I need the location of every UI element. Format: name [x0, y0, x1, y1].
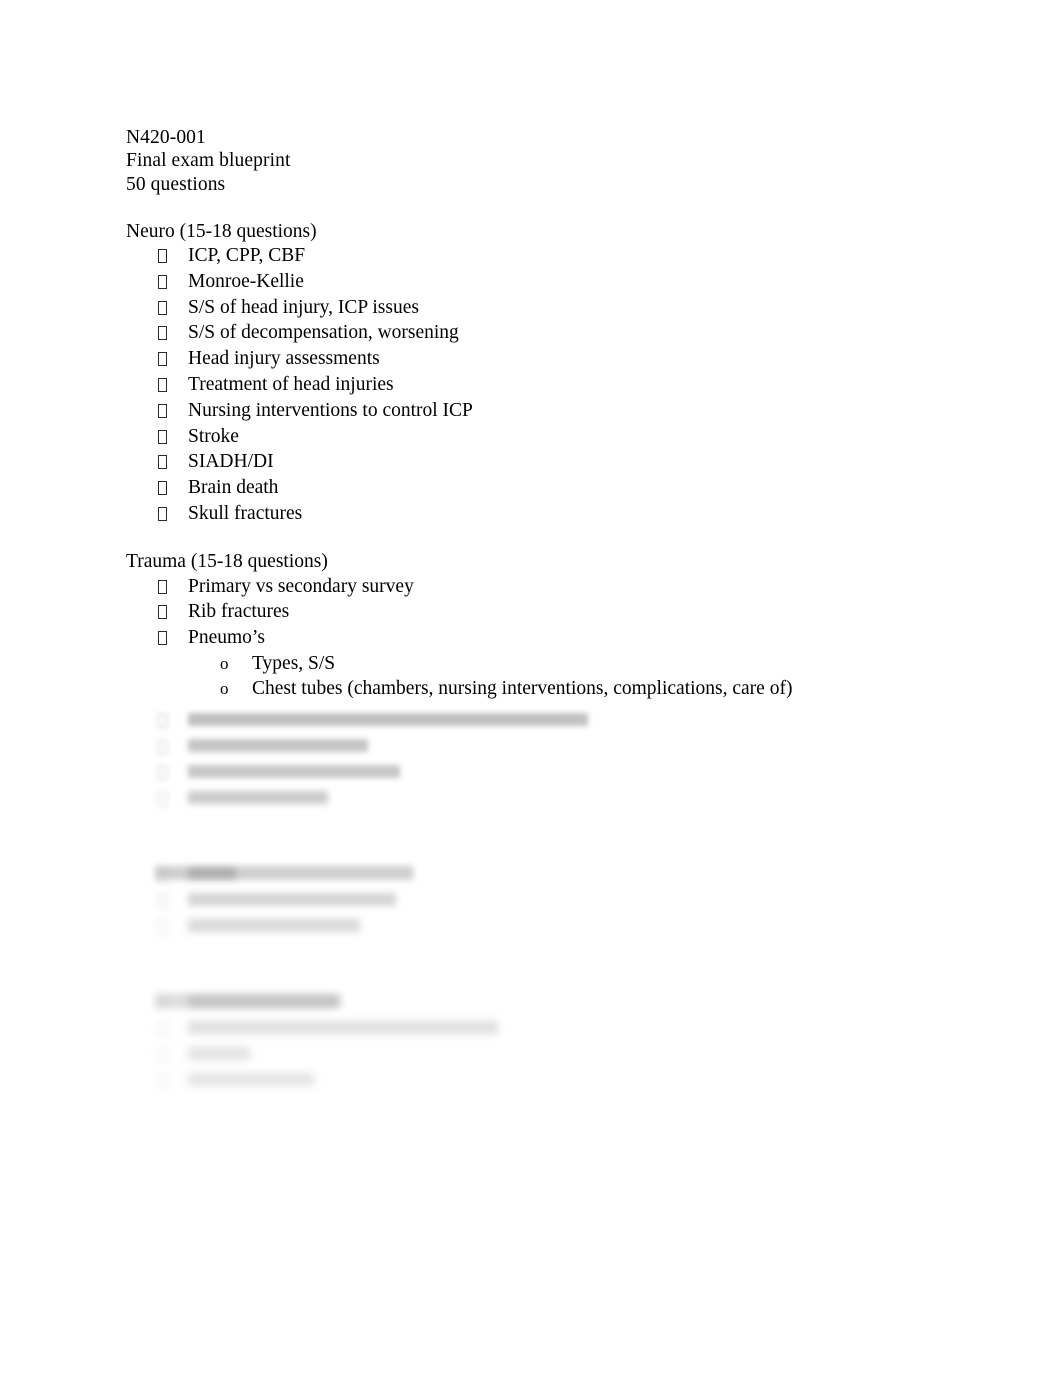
obscured-text	[188, 1073, 314, 1086]
section-heading-trauma: Trauma (15-18 questions)	[126, 551, 328, 573]
sub-bullet-glyph-icon: o	[220, 653, 229, 673]
obscured-text	[188, 919, 360, 932]
obscured-list-item	[126, 708, 1026, 734]
obscured-list-item	[126, 1042, 1026, 1068]
bullet-glyph-icon	[126, 734, 188, 760]
bullet-glyph-icon	[126, 399, 188, 425]
header-title: Final exam blueprint	[126, 150, 291, 172]
list-item-label: Head injury assessments	[188, 348, 380, 370]
list-item-label: ICP, CPP, CBF	[188, 245, 306, 267]
list-item-label: Pneumo’s	[188, 627, 265, 649]
bullet-glyph-icon	[126, 425, 188, 451]
obscured-list-item	[126, 862, 1026, 888]
obscured-text	[188, 713, 588, 726]
list-item: Primary vs secondary survey	[126, 574, 946, 600]
list-item-label: Rib fractures	[188, 601, 290, 623]
list-item: S/S of decompensation, worsening	[126, 320, 946, 346]
sub-list-item: o Types, S/S	[126, 651, 946, 676]
obscured-list-item	[126, 786, 1026, 812]
obscured-spacer	[126, 940, 1026, 964]
list-item-label: Treatment of head injuries	[188, 374, 394, 395]
bullet-glyph-icon	[126, 450, 188, 476]
bullet-glyph-icon	[126, 760, 188, 786]
obscured-list-item	[126, 1068, 1026, 1094]
bullet-glyph-icon	[126, 786, 188, 812]
obscured-text	[188, 893, 396, 906]
bullet-glyph-icon	[126, 990, 188, 1016]
obscured-text	[188, 1047, 250, 1060]
list-item: Nursing interventions to control ICP	[126, 398, 946, 424]
obscured-list-item	[126, 760, 1026, 786]
list-item-label: Brain death	[188, 477, 279, 499]
bullet-glyph-icon	[126, 914, 188, 940]
list-item-label: Skull fractures	[188, 502, 303, 524]
obscured-list-item	[126, 990, 1026, 1016]
list-item-label: S/S of head injury, ICP issues	[188, 296, 419, 318]
obscured-content-region	[126, 708, 1026, 1094]
bullet-glyph-icon	[126, 626, 188, 652]
obscured-text	[188, 995, 338, 1008]
bullet-glyph-icon	[126, 888, 188, 914]
header-spacer	[126, 196, 946, 219]
list-item: Rib fractures	[126, 599, 946, 625]
bullet-glyph-icon	[126, 502, 188, 528]
list-item: Pneumo’s	[126, 625, 946, 651]
bullet-glyph-icon	[126, 708, 188, 734]
sub-list-item: o Chest tubes (chambers, nursing interve…	[126, 676, 946, 701]
header-question-count: 50 questions	[126, 173, 226, 195]
document-header: N420-001 Final exam blueprint 50 questio…	[126, 126, 946, 196]
list-item: SIADH/DI	[126, 449, 946, 475]
list-item-label: SIADH/DI	[188, 451, 274, 473]
list-item-label: Monroe-Kellie	[188, 270, 304, 292]
bullet-glyph-icon	[126, 270, 188, 296]
bullet-glyph-icon	[126, 1042, 188, 1068]
list-item: Monroe-Kellie	[126, 269, 946, 295]
list-item: Brain death	[126, 475, 946, 501]
bullet-glyph-icon	[126, 476, 188, 502]
section-heading-neuro: Neuro (15-18 questions)	[126, 220, 317, 242]
list-item: Skull fractures	[126, 501, 946, 527]
bullet-glyph-icon	[126, 1068, 188, 1094]
document-body: N420-001 Final exam blueprint 50 questio…	[126, 126, 946, 701]
list-item: ICP, CPP, CBF	[126, 243, 946, 269]
obscured-list-item	[126, 1016, 1026, 1042]
list-item: S/S of head injury, ICP issues	[126, 295, 946, 321]
obscured-text	[188, 1021, 498, 1034]
obscured-section-heading	[126, 836, 1026, 880]
obscured-text	[188, 739, 368, 752]
bullet-glyph-icon	[126, 244, 188, 270]
obscured-list-item	[126, 734, 1026, 760]
sub-list-item-label: Types, S/S	[252, 652, 336, 674]
obscured-list-item	[126, 914, 1026, 940]
obscured-list-item	[126, 888, 1026, 914]
obscured-spacer	[126, 812, 1026, 836]
sub-bullet-glyph-icon: o	[220, 678, 229, 698]
bullet-glyph-icon	[126, 575, 188, 601]
header-course-code: N420-001	[126, 127, 206, 148]
bullet-glyph-icon	[126, 1016, 188, 1042]
sub-list-item-label: Chest tubes (chambers, nursing intervent…	[252, 677, 793, 699]
bullet-glyph-icon	[126, 600, 188, 626]
document-page: N420-001 Final exam blueprint 50 questio…	[0, 0, 1062, 1377]
obscured-text	[188, 765, 400, 778]
list-item: Treatment of head injuries	[126, 372, 946, 398]
obscured-text	[188, 791, 328, 804]
list-item-label: Primary vs secondary survey	[188, 575, 414, 597]
list-item: Head injury assessments	[126, 346, 946, 372]
list-item-label: Stroke	[188, 425, 239, 447]
bullet-glyph-icon	[126, 321, 188, 347]
section-trauma: Trauma (15-18 questions) Primary vs seco…	[126, 550, 946, 701]
bullet-glyph-icon	[126, 862, 188, 888]
obscured-text	[188, 867, 236, 880]
bullet-glyph-icon	[126, 373, 188, 399]
obscured-section-heading	[126, 964, 1026, 1008]
list-item-label: Nursing interventions to control ICP	[188, 399, 473, 421]
section-neuro: Neuro (15-18 questions) ICP, CPP, CBF Mo…	[126, 220, 946, 527]
list-item: Stroke	[126, 424, 946, 450]
bullet-glyph-icon	[126, 347, 188, 373]
list-item-label: S/S of decompensation, worsening	[188, 322, 459, 344]
bullet-glyph-icon	[126, 296, 188, 322]
